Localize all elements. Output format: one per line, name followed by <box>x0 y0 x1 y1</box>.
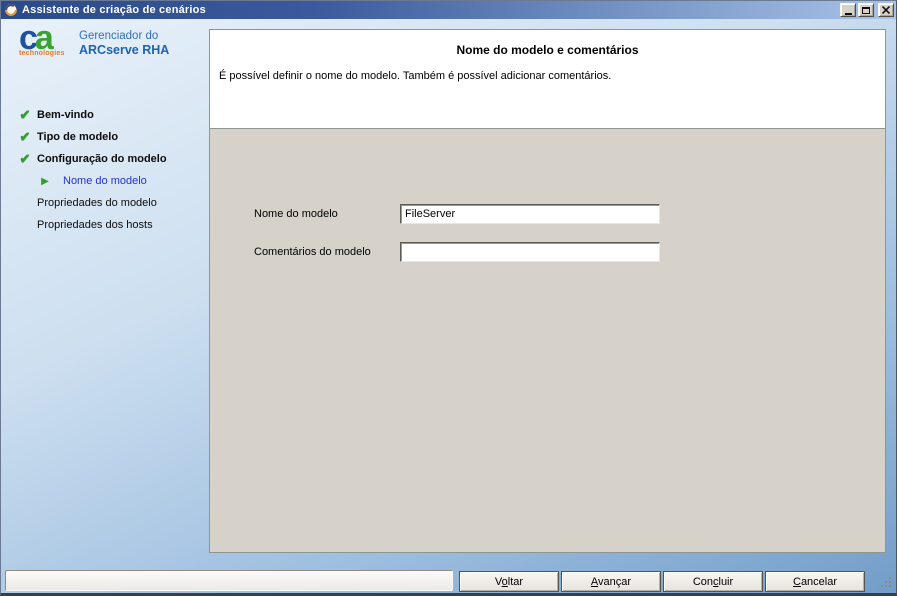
step-label: Propriedades dos hosts <box>37 219 153 231</box>
product-line2: ARCserve RHA <box>79 43 170 57</box>
step-label: Nome do modelo <box>63 175 147 187</box>
step-tipo-de-modelo[interactable]: ✔ Tipo de modelo <box>17 126 207 148</box>
page-title: Nome do modelo e comentários <box>456 43 639 57</box>
model-name-row: Nome do modelo <box>254 204 660 224</box>
minimize-icon <box>844 12 852 15</box>
step-label: Configuração do modelo <box>37 153 167 165</box>
model-name-input[interactable] <box>400 204 660 224</box>
model-name-label: Nome do modelo <box>254 208 338 220</box>
step-bem-vindo[interactable]: ✔ Bem-vindo <box>17 104 207 126</box>
maximize-button[interactable] <box>858 3 874 17</box>
avancar-button[interactable]: Avançar <box>561 571 661 592</box>
page-description: É possível definir o nome do modelo. Tam… <box>219 70 612 82</box>
current-step-arrow-icon: ▶ <box>41 175 49 187</box>
model-comments-label: Comentários do modelo <box>254 246 371 258</box>
concluir-label: Concluir <box>692 575 734 588</box>
voltar-button[interactable]: Voltar <box>459 571 559 592</box>
step-label: Tipo de modelo <box>37 131 119 143</box>
check-icon: ✔ <box>19 107 31 122</box>
model-comments-row: Comentários do modelo <box>254 242 660 262</box>
product-line1: Gerenciador do <box>79 30 159 42</box>
page-header: Nome do modelo e comentários É possível … <box>210 30 885 129</box>
maximize-icon <box>862 6 870 14</box>
concluir-button[interactable]: Concluir <box>663 571 763 592</box>
title-bar: Assistente de criação de cenários <box>1 1 896 19</box>
check-icon: ✔ <box>19 151 31 166</box>
step-configuracao-do-modelo[interactable]: ✔ Configuração do modelo <box>17 148 207 170</box>
product-name: Gerenciador do ARCserve RHA <box>79 30 169 57</box>
cancelar-button[interactable]: Cancelar <box>765 571 865 592</box>
status-bar <box>5 570 453 591</box>
wizard-main-panel: Nome do modelo e comentários É possível … <box>209 29 886 553</box>
window-title: Assistente de criação de cenários <box>22 4 206 16</box>
close-icon <box>882 6 890 14</box>
step-propriedades-dos-hosts[interactable]: Propriedades dos hosts <box>37 214 207 236</box>
wizard-window: Assistente de criação de cenários ca tec… <box>0 0 897 596</box>
step-label: Bem-vindo <box>37 109 94 121</box>
minimize-button[interactable] <box>840 3 856 17</box>
wizard-steps: ✔ Bem-vindo ✔ Tipo de modelo ✔ Configura… <box>9 104 207 236</box>
logo-subtext: technologies <box>19 50 65 57</box>
check-icon: ✔ <box>19 129 31 144</box>
step-propriedades-do-modelo[interactable]: Propriedades do modelo <box>37 192 207 214</box>
step-nome-do-modelo-current[interactable]: ▶ Nome do modelo <box>37 170 207 192</box>
ca-technologies-logo: ca technologies <box>19 21 73 57</box>
brand-block: ca technologies Gerenciador do ARCserve … <box>9 21 207 57</box>
avancar-label: Avançar <box>590 575 632 588</box>
voltar-label: Voltar <box>494 575 524 588</box>
cancelar-label: Cancelar <box>792 575 838 588</box>
resize-grip[interactable] <box>880 576 893 589</box>
scenario-wizard-swirl-icon <box>5 4 17 16</box>
close-button[interactable] <box>878 3 894 17</box>
step-label: Propriedades do modelo <box>37 197 157 209</box>
model-comments-input[interactable] <box>400 242 660 262</box>
wizard-footer-buttons: Voltar Avançar Concluir Cancelar <box>459 571 865 592</box>
wizard-sidebar: ca technologies Gerenciador do ARCserve … <box>9 21 207 57</box>
